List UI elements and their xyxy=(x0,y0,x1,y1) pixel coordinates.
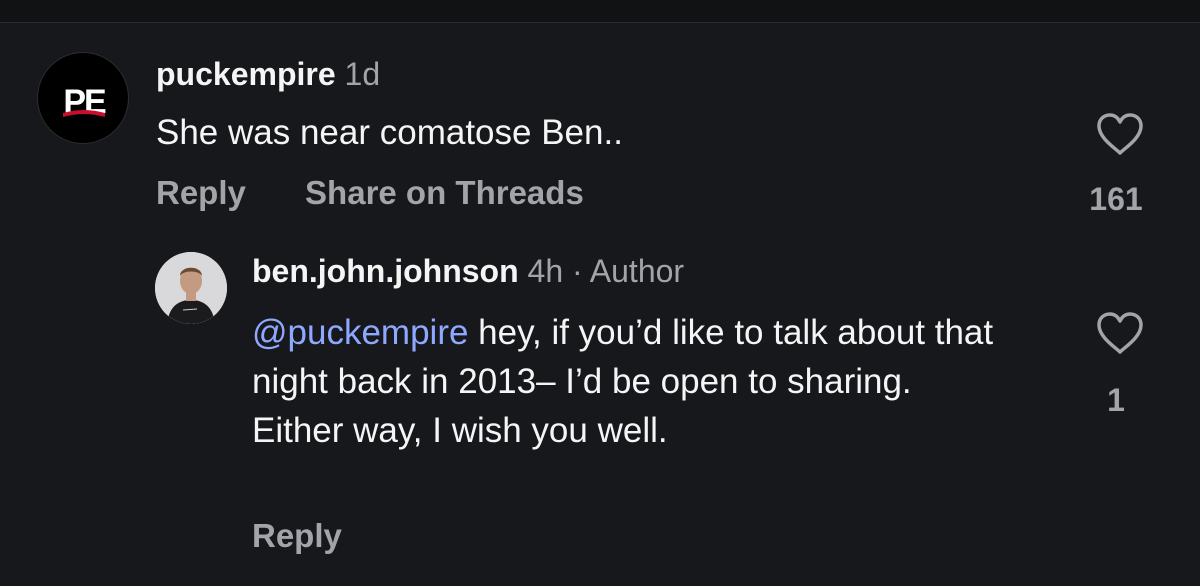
username[interactable]: puckempire xyxy=(156,56,336,92)
mention-link[interactable]: @puckempire xyxy=(252,313,468,352)
comment-actions: Reply Share on Threads xyxy=(156,174,584,212)
avatar[interactable] xyxy=(155,252,227,324)
comment-text: She was near comatose Ben.. xyxy=(156,113,623,152)
timestamp: 1d xyxy=(344,56,381,92)
author-badge: Author xyxy=(589,253,685,289)
like-count: 161 xyxy=(1089,181,1143,217)
share-on-threads-button[interactable]: Share on Threads xyxy=(305,174,584,211)
reply-actions: Reply xyxy=(252,517,342,555)
puckempire-logo-icon: PE xyxy=(63,83,108,121)
profile-photo-icon xyxy=(155,252,227,324)
avatar[interactable]: PE xyxy=(37,52,129,144)
reply-button[interactable]: Reply xyxy=(252,517,342,554)
username[interactable]: ben.john.johnson xyxy=(252,253,519,289)
heart-outline-icon[interactable] xyxy=(1095,111,1145,157)
top-divider xyxy=(0,0,1200,23)
timestamp: 4h xyxy=(527,253,564,289)
like-count: 1 xyxy=(1107,382,1125,418)
comment-header: puckempire 1d xyxy=(156,56,380,92)
reply-text: @puckempire hey, if you’d like to talk a… xyxy=(252,308,1012,455)
heart-outline-icon[interactable] xyxy=(1095,310,1145,356)
reply-header: ben.john.johnson 4h · Author xyxy=(252,253,684,289)
separator: · xyxy=(572,253,583,289)
reply-button[interactable]: Reply xyxy=(156,174,246,211)
